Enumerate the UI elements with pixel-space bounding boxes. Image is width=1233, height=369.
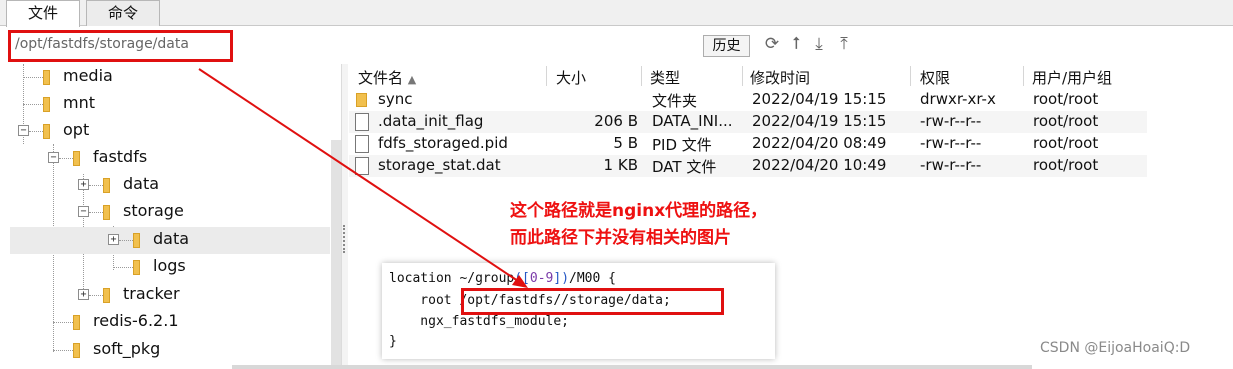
watermark: CSDN @EijoaHoaiQ:D bbox=[1040, 340, 1191, 356]
bottom-scrollbar[interactable] bbox=[232, 365, 1032, 369]
annotation-arrow bbox=[198, 68, 528, 288]
